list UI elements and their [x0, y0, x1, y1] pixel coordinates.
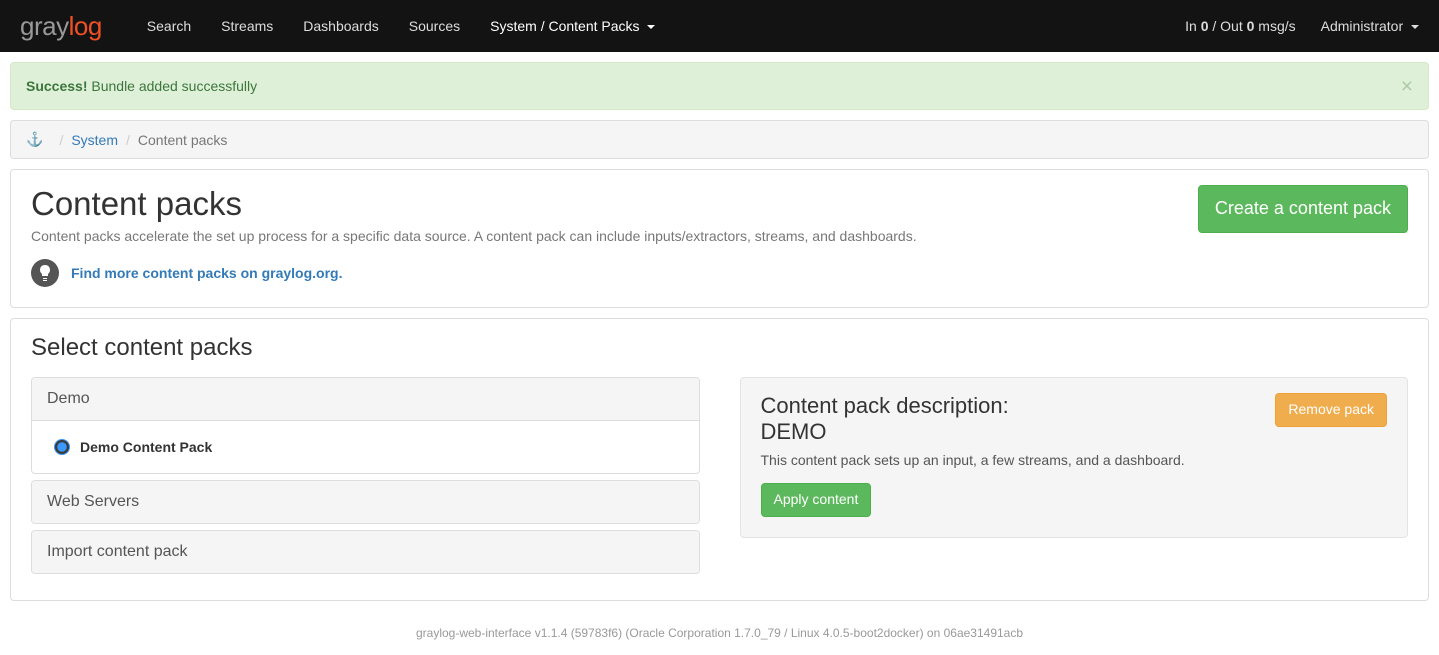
brand-log: log — [69, 11, 102, 41]
nav-dashboards[interactable]: Dashboards — [288, 18, 394, 34]
throughput-status: In 0 / Out 0 msg/s — [1185, 18, 1296, 34]
alert-success: Success! Bundle added successfully × — [10, 62, 1429, 110]
accordion-header-demo[interactable]: Demo — [32, 378, 699, 420]
alert-close-button[interactable]: × — [1401, 75, 1413, 99]
nav-streams[interactable]: Streams — [206, 18, 288, 34]
caret-down-icon — [647, 25, 655, 29]
breadcrumb: ⚓ / System / Content packs — [10, 120, 1429, 159]
nav-links: Search Streams Dashboards Sources System… — [132, 18, 1185, 34]
breadcrumb-system[interactable]: System — [71, 132, 118, 148]
anchor-icon: ⚓ — [26, 131, 43, 148]
radio-input[interactable] — [54, 439, 70, 455]
radio-label: Demo Content Pack — [80, 439, 212, 455]
page-subtitle: Content packs accelerate the set up proc… — [31, 228, 917, 244]
accordion-group-web-servers: Web Servers — [31, 480, 700, 524]
brand-logo[interactable]: graylog — [20, 11, 102, 42]
accordion-group-import: Import content pack — [31, 530, 700, 574]
lightbulb-icon — [31, 259, 59, 287]
footer: graylog-web-interface v1.1.4 (59783f6) (… — [10, 601, 1429, 655]
caret-down-icon — [1411, 25, 1419, 29]
navbar: graylog Search Streams Dashboards Source… — [0, 0, 1439, 52]
alert-strong: Success! — [26, 78, 87, 94]
nav-system-label: System / Content Packs — [490, 18, 639, 34]
breadcrumb-current: Content packs — [138, 132, 228, 148]
accordion-body-demo: Demo Content Pack — [32, 420, 699, 473]
accordion-header-web-servers[interactable]: Web Servers — [32, 481, 699, 523]
nav-search[interactable]: Search — [132, 18, 206, 34]
alert-text: Bundle added successfully — [87, 78, 257, 94]
nav-system[interactable]: System / Content Packs — [475, 18, 670, 34]
accordion: Demo Demo Content Pack Web Servers Impor… — [31, 377, 700, 580]
select-panel: Select content packs Demo Demo Content P… — [10, 318, 1429, 601]
accordion-group-demo: Demo Demo Content Pack — [31, 377, 700, 474]
find-more-link[interactable]: Find more content packs on graylog.org. — [71, 265, 342, 281]
select-title: Select content packs — [31, 334, 1408, 362]
brand-gray: gray — [20, 11, 69, 41]
description-text: This content pack sets up an input, a fe… — [761, 452, 1388, 468]
page-title: Content packs — [31, 185, 917, 223]
admin-menu[interactable]: Administrator — [1321, 18, 1419, 34]
remove-pack-button[interactable]: Remove pack — [1275, 393, 1387, 427]
nav-sources[interactable]: Sources — [394, 18, 475, 34]
page-header-panel: Content packs Content packs accelerate t… — [10, 169, 1429, 308]
description-heading: Content pack description: DEMO — [761, 393, 1009, 446]
admin-label: Administrator — [1321, 18, 1403, 34]
apply-content-button[interactable]: Apply content — [761, 483, 872, 517]
radio-demo-content-pack[interactable]: Demo Content Pack — [54, 439, 677, 455]
description-panel: Content pack description: DEMO Remove pa… — [740, 377, 1409, 538]
accordion-header-import[interactable]: Import content pack — [32, 531, 699, 573]
create-content-pack-button[interactable]: Create a content pack — [1198, 185, 1408, 233]
nav-right: In 0 / Out 0 msg/s Administrator — [1185, 18, 1419, 34]
